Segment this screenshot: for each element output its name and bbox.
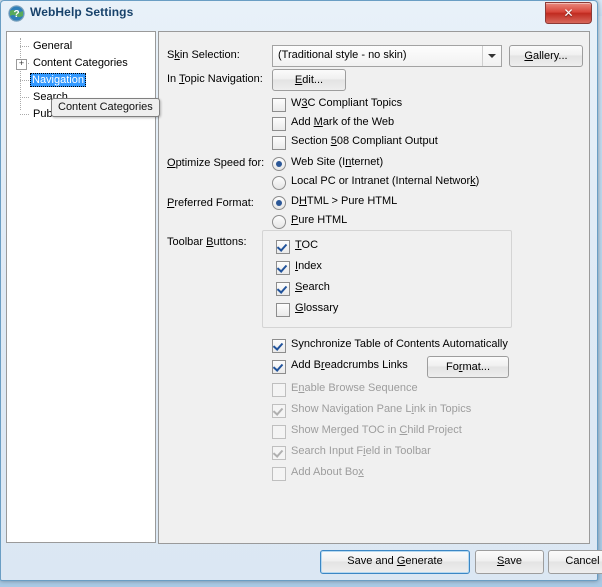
add-mark-of-the-web-checkbox[interactable]	[272, 117, 286, 131]
optimize-website-radio[interactable]	[272, 157, 286, 171]
show-navigation-pane-link-label: Show Navigation Pane Link in Topics	[291, 403, 472, 415]
tree-item-general[interactable]: General	[31, 39, 74, 53]
tree-tick	[20, 46, 29, 47]
tree-expander-content-categories[interactable]: +	[16, 59, 27, 70]
optimize-localpc-radio[interactable]	[272, 176, 286, 190]
optimize-website-label[interactable]: Web Site (Internet)	[291, 156, 383, 168]
format-dhtml-radio[interactable]	[272, 196, 286, 210]
format-purehtml-label[interactable]: Pure HTML	[291, 214, 347, 226]
search-input-field-checkbox	[272, 446, 286, 460]
tree-item-label: General	[33, 40, 73, 52]
title-bar: ? WebHelp Settings ✕	[1, 1, 597, 25]
synchronize-toc-checkbox[interactable]	[272, 339, 286, 353]
toolbar-index-label[interactable]: Index	[295, 260, 322, 272]
save-button[interactable]: Save	[475, 550, 544, 574]
preferred-format-label: Preferred Format:	[167, 197, 254, 209]
synchronize-toc-label[interactable]: Synchronize Table of Contents Automatica…	[291, 338, 508, 350]
toolbar-glossary-checkbox[interactable]	[276, 303, 290, 317]
edit-button[interactable]: Edit...	[272, 69, 346, 91]
show-merged-toc-checkbox	[272, 425, 286, 439]
cancel-button[interactable]: Cancel	[548, 550, 602, 574]
webhelp-settings-dialog: ? WebHelp Settings ✕ General + Content C…	[0, 0, 602, 581]
toolbar-search-label[interactable]: Search	[295, 281, 330, 293]
toolbar-buttons-label: Toolbar Buttons:	[167, 236, 247, 248]
toolbar-search-checkbox[interactable]	[276, 282, 290, 296]
format-button[interactable]: Format...	[427, 356, 509, 378]
add-mark-of-the-web-label[interactable]: Add Mark of the Web	[291, 116, 394, 128]
tree-guide-line	[20, 38, 21, 110]
optimize-speed-label: Optimize Speed for:	[167, 157, 265, 169]
dialog-body: General + Content Categories Navigation …	[1, 25, 597, 544]
gallery-button[interactable]: Gallery...	[509, 45, 583, 67]
tree-item-label: Content Categories	[33, 57, 128, 69]
add-breadcrumbs-label[interactable]: Add Breadcrumbs Links	[291, 359, 408, 371]
chevron-down-icon[interactable]	[482, 46, 501, 66]
toolbar-index-checkbox[interactable]	[276, 261, 290, 275]
add-about-box-label: Add About Box	[291, 466, 364, 478]
format-purehtml-radio[interactable]	[272, 215, 286, 229]
search-input-field-label: Search Input Field in Toolbar	[291, 445, 431, 457]
show-navigation-pane-link-checkbox	[272, 404, 286, 418]
optimize-localpc-label[interactable]: Local PC or Intranet (Internal Network)	[291, 175, 479, 187]
toolbar-toc-label[interactable]: TOC	[295, 239, 318, 251]
enable-browse-sequence-label: Enable Browse Sequence	[291, 382, 418, 394]
w3c-compliant-topics-checkbox[interactable]	[272, 98, 286, 112]
add-about-box-checkbox	[272, 467, 286, 481]
toolbar-glossary-label[interactable]: Glossary	[295, 302, 338, 314]
tree-tick	[20, 80, 29, 81]
toolbar-buttons-group: TOC Index Search Glossary	[262, 230, 512, 328]
close-button[interactable]: ✕	[545, 2, 592, 24]
skin-selection-value: (Traditional style - no skin)	[278, 49, 407, 61]
tooltip: Content Categories	[51, 98, 160, 117]
tree-tick	[20, 114, 29, 115]
section-508-compliant-output-label[interactable]: Section 508 Compliant Output	[291, 135, 438, 147]
svg-text:?: ?	[13, 9, 19, 20]
w3c-compliant-topics-label[interactable]: W3C Compliant Topics	[291, 97, 402, 109]
show-merged-toc-label: Show Merged TOC in Child Project	[291, 424, 462, 436]
enable-browse-sequence-checkbox	[272, 383, 286, 397]
tree-tick	[20, 97, 29, 98]
skin-selection-label: Skin Selection:	[167, 49, 240, 61]
add-breadcrumbs-checkbox[interactable]	[272, 360, 286, 374]
tree-item-content-categories[interactable]: Content Categories	[31, 56, 130, 70]
dialog-footer: Save and Generate Save Cancel	[1, 540, 602, 580]
save-and-generate-button[interactable]: Save and Generate	[320, 550, 470, 574]
close-icon: ✕	[563, 6, 574, 20]
skin-selection-combobox[interactable]: (Traditional style - no skin)	[272, 45, 502, 67]
tree-item-navigation[interactable]: Navigation	[30, 73, 86, 87]
toolbar-toc-checkbox[interactable]	[276, 240, 290, 254]
in-topic-navigation-label: In Topic Navigation:	[167, 73, 263, 85]
window-title: WebHelp Settings	[30, 5, 134, 19]
navigation-settings-panel: Skin Selection: (Traditional style - no …	[158, 31, 590, 544]
format-dhtml-label[interactable]: DHTML > Pure HTML	[291, 195, 397, 207]
globe-help-icon: ?	[8, 5, 25, 22]
tree-item-label: Navigation	[30, 73, 86, 87]
section-508-compliant-output-checkbox[interactable]	[272, 136, 286, 150]
